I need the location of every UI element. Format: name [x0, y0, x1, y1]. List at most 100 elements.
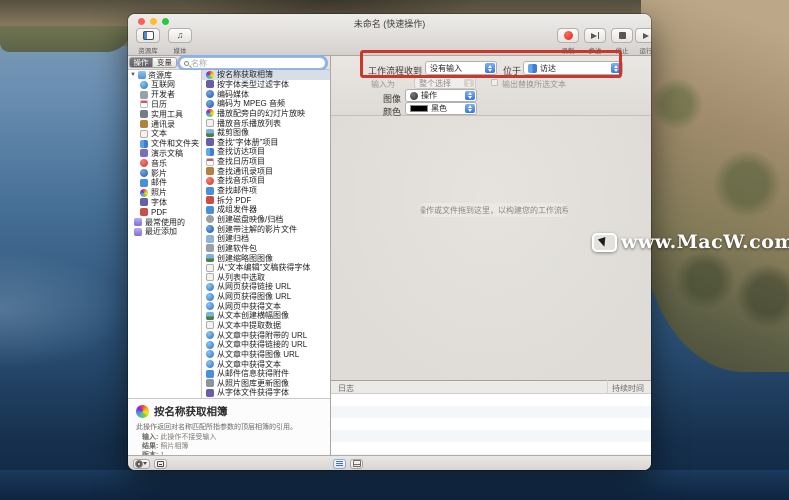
image-popup[interactable]: 操作 [405, 89, 477, 102]
action-item[interactable]: 从网页中获得文本 [202, 301, 330, 311]
disclosure-triangle-icon[interactable]: ▼ [130, 72, 136, 78]
sidebar-item[interactable]: 音乐 [128, 158, 201, 168]
sidebar-item[interactable]: 文本 [128, 129, 201, 139]
action-item[interactable]: 编码为 MPEG 音频 [202, 99, 330, 109]
action-menu-button[interactable] [133, 459, 150, 469]
sidebar-item[interactable]: 开发者 [128, 90, 201, 100]
chevron-down-icon [143, 462, 147, 465]
action-item[interactable]: 拆分 PDF [202, 195, 330, 205]
record-button[interactable] [557, 28, 579, 43]
run-button[interactable] [635, 28, 651, 43]
step-button[interactable] [584, 28, 606, 43]
action-item[interactable]: 按名称获取相簿 [202, 70, 330, 80]
action-item[interactable]: 从邮件信息获得附件 [202, 369, 330, 379]
action-item-label: 从列表中选取 [217, 272, 265, 282]
sidebar-smart-item[interactable]: 最常使用的 [128, 217, 201, 227]
action-item[interactable]: 查找音乐项目 [202, 176, 330, 186]
sidebar-root-label: 资源库 [148, 70, 172, 81]
action-item[interactable]: 从文章中获得链接的 URL [202, 340, 330, 350]
action-item-label: 按名称获取相簿 [217, 70, 273, 80]
sidebar-item-label: 邮件 [151, 178, 167, 188]
in-label: 位于 [503, 64, 521, 77]
sidebar-item[interactable]: PDF [128, 207, 201, 217]
show-log-list-button[interactable] [333, 459, 346, 469]
action-item[interactable]: 创建软件包 [202, 244, 330, 254]
sidebar-item[interactable]: 通讯录 [128, 119, 201, 129]
sidebar-item[interactable]: 字体 [128, 198, 201, 208]
contacts-icon [140, 120, 148, 128]
desktop: 未命名 (快速操作) 资源库 ♫ 媒体 录制 步进 停止 [0, 0, 789, 500]
action-item[interactable]: 创建缩略图图像 [202, 253, 330, 263]
pdf-icon [206, 196, 214, 204]
action-item[interactable]: 从文章中获得图像 URL [202, 350, 330, 360]
image-icon [206, 312, 214, 320]
log-panel-toggle-button[interactable] [350, 459, 363, 469]
action-item[interactable]: 从“文本编辑”文稿获得字体 [202, 263, 330, 273]
action-item[interactable]: 从文章中获得附带的 URL [202, 330, 330, 340]
action-item[interactable]: 裁剪图像 [202, 128, 330, 138]
action-item[interactable]: 播放配旁白的幻灯片放映 [202, 109, 330, 119]
action-item[interactable]: 从文章中获得文本 [202, 359, 330, 369]
action-item[interactable]: 创建归档 [202, 234, 330, 244]
tab-variables[interactable]: 变量 [153, 57, 177, 68]
action-item[interactable]: 播放音乐播放列表 [202, 118, 330, 128]
action-detail-title: 按名称获取相簿 [154, 404, 228, 419]
action-item[interactable]: 创建磁盘映像/归档 [202, 215, 330, 225]
sidebar-item[interactable]: 文件和文件夹 [128, 139, 201, 149]
action-item[interactable]: 从字体文件获得字体 [202, 388, 330, 398]
action-list[interactable]: 按名称获取相簿按字体类型过滤字体编码媒体编码为 MPEG 音频播放配旁白的幻灯片… [201, 70, 330, 398]
action-item[interactable]: 创建带注解的影片文件 [202, 224, 330, 234]
tab-actions[interactable]: 操作 [129, 57, 153, 68]
media-button[interactable]: ♫ [168, 28, 192, 43]
input-is-label: 输入为 [371, 79, 395, 90]
action-item[interactable]: 查找通讯录项目 [202, 166, 330, 176]
action-item-label: 从网页获得链接 URL [217, 282, 291, 292]
package-icon [206, 244, 214, 252]
action-item[interactable]: 从网页获得图像 URL [202, 292, 330, 302]
action-item[interactable]: 从文本创建横幅图像 [202, 311, 330, 321]
sidebar-smart-item[interactable]: 最近添加 [128, 227, 201, 237]
action-item[interactable]: 查找邮件项 [202, 186, 330, 196]
sidebar-item[interactable]: 演示文稿 [128, 149, 201, 159]
sidebar-item-label: 通讯录 [151, 119, 175, 129]
library-pane: 操作 变量 ▼ 资源库 互联网开发者日历实用工具通讯录文本文件和文件夹演示文稿音… [128, 56, 330, 455]
library-sidebar[interactable]: ▼ 资源库 互联网开发者日历实用工具通讯录文本文件和文件夹演示文稿音乐影片邮件照… [128, 70, 201, 398]
action-item[interactable]: 从照片图库更新图像 [202, 379, 330, 389]
media-note-icon: ♫ [177, 31, 184, 40]
sidebar-item[interactable]: 邮件 [128, 178, 201, 188]
sidebar-item[interactable]: 实用工具 [128, 109, 201, 119]
action-item[interactable]: 按字体类型过滤字体 [202, 80, 330, 90]
action-item[interactable]: 从列表中选取 [202, 272, 330, 282]
search-input[interactable] [191, 59, 321, 68]
action-item-label: 从文章中获得文本 [217, 359, 281, 369]
action-item[interactable]: 从文本中提取数据 [202, 321, 330, 331]
workflow-receives-popup[interactable]: 没有输入 [425, 61, 497, 75]
sidebar-item-library-root[interactable]: ▼ 资源库 [128, 70, 201, 80]
sidebar-item-label: 照片 [151, 188, 167, 198]
sidebar-item[interactable]: 日历 [128, 100, 201, 110]
wallpaper-left-hill [0, 26, 132, 52]
sidebar-item[interactable]: 互联网 [128, 80, 201, 90]
application-popup[interactable]: 访达 [523, 61, 623, 75]
sidebar-item[interactable]: 影片 [128, 168, 201, 178]
input-is-value: 整个选择 [419, 78, 451, 89]
macw-logo-icon [592, 233, 617, 252]
stop-button[interactable] [611, 28, 633, 43]
output-replaces-label: 输出替换所选文本 [502, 79, 566, 90]
display-icon [206, 379, 214, 387]
search-field[interactable] [179, 57, 326, 69]
action-item[interactable]: 成组发件器 [202, 205, 330, 215]
sidebar-item-label: 互联网 [151, 80, 175, 90]
files-icon [140, 140, 148, 148]
sidebar-item[interactable]: 照片 [128, 188, 201, 198]
action-item[interactable]: 查找访达项目 [202, 147, 330, 157]
description-panel-toggle-button[interactable] [154, 459, 167, 469]
media-icon [140, 169, 148, 177]
step-label: 步进 [584, 45, 606, 55]
action-item[interactable]: 查找“字体册”项目 [202, 137, 330, 147]
library-toggle-button[interactable] [136, 28, 160, 43]
action-item[interactable]: 从网页获得链接 URL [202, 282, 330, 292]
action-item[interactable]: 查找日历项目 [202, 157, 330, 167]
color-popup[interactable]: 黑色 [405, 102, 477, 115]
action-item[interactable]: 编码媒体 [202, 89, 330, 99]
